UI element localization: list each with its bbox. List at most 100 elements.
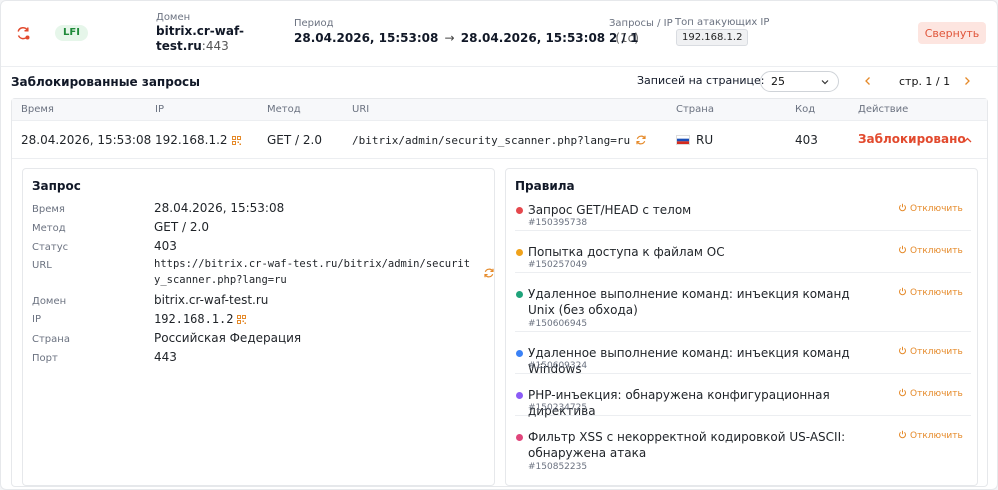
rule-severity-dot [516, 249, 523, 256]
rules-panel: Правила Запрос GET/HEAD с телом #1503957… [505, 168, 978, 486]
request-panel-title: Запрос [32, 179, 81, 193]
refresh-icon[interactable] [635, 134, 647, 146]
col-method: Метод [267, 104, 301, 115]
rules-panel-title: Правила [515, 179, 575, 193]
rule-id: #150606945 [528, 319, 588, 329]
requests-label: Запросы / IP [609, 18, 673, 29]
domain-label: Домен [156, 12, 191, 23]
detail-key-domain: Домен [32, 296, 67, 307]
detail-value-port: 443 [154, 350, 177, 364]
attack-type-badge: LFI [55, 25, 88, 41]
rule-disable-label: Отключить [910, 288, 963, 298]
period-value: 28.04.2026, 15:53:08 → 28.04.2026, 15:53… [294, 31, 639, 45]
row-ip: 192.168.1.2 [155, 133, 241, 147]
rule-item: Удаленное выполнение команд: инъекция ко… [515, 286, 971, 332]
detail-value-domain: bitrix.cr-waf-test.ru [154, 293, 269, 307]
rule-name: Фильтр XSS с некорректной кодировкой US-… [528, 430, 846, 460]
chevron-down-icon [821, 80, 829, 85]
rule-disable-button[interactable]: Отключить [898, 203, 963, 214]
rule-name: Удаленное выполнение команд: инъекция ко… [528, 287, 850, 317]
col-action: Действие [858, 104, 909, 115]
rule-item: Удаленное выполнение команд: инъекция ко… [515, 345, 971, 376]
rule-disable-label: Отключить [910, 246, 963, 256]
per-page-select[interactable]: 25 [760, 71, 839, 92]
disable-icon [899, 287, 906, 296]
row-uri: /bitrix/admin/security_scanner.php?lang=… [352, 134, 647, 147]
detail-key-country: Страна [32, 334, 70, 345]
russia-flag-icon [676, 135, 690, 145]
chevron-up-icon[interactable] [962, 135, 973, 145]
table-row[interactable]: 28.04.2026, 15:53:08 192.168.1.2 GET / 2… [12, 121, 987, 159]
rule-disable-button[interactable]: Отключить [898, 287, 963, 298]
rule-severity-dot [516, 291, 523, 298]
rule-id: #150609324 [528, 361, 588, 371]
detail-key-time: Время [32, 204, 65, 215]
period-arrow: → [444, 31, 455, 45]
rule-severity-dot [516, 350, 523, 357]
col-time: Время [21, 104, 54, 115]
rule-disable-label: Отключить [910, 204, 963, 214]
rule-name: Запрос GET/HEAD с телом [528, 203, 692, 217]
disable-icon [899, 203, 906, 212]
detail-value-url: https://bitrix.cr-waf-test.ru/bitrix/adm… [154, 258, 471, 286]
detail-key-url: URL [32, 260, 52, 271]
detail-value-method: GET / 2.0 [154, 220, 209, 234]
row-ip-text: 192.168.1.2 [155, 133, 228, 147]
qr-icon[interactable] [231, 136, 241, 145]
domain-name: bitrix.cr-waf-test.ru [156, 24, 244, 53]
qr-icon[interactable] [237, 315, 247, 324]
domain-value: bitrix.cr-waf-test.ru:443 [156, 24, 246, 54]
detail-value-time: 28.04.2026, 15:53:08 [154, 201, 285, 215]
rule-id: #150257049 [528, 260, 588, 270]
request-details-panel: Запрос Время 28.04.2026, 15:53:08 Метод … [22, 168, 495, 486]
page-indicator: стр. 1 / 1 [899, 75, 951, 88]
rule-id: #150234725 [528, 403, 588, 413]
period-end: 28.04.2026, 15:53:08 [460, 31, 606, 45]
chevron-left-icon[interactable] [863, 75, 873, 87]
row-country-code: RU [696, 133, 714, 147]
col-ip: IP [155, 104, 164, 115]
row-time: 28.04.2026, 15:53:08 [21, 133, 152, 147]
rule-disable-button[interactable]: Отключить [898, 245, 963, 256]
refresh-icon[interactable] [483, 267, 495, 279]
disable-icon [899, 388, 906, 397]
incident-card: LFI Домен bitrix.cr-waf-test.ru:443 Пери… [0, 0, 998, 490]
rule-severity-dot [516, 207, 523, 214]
rule-disable-button[interactable]: Отключить [898, 388, 963, 399]
detail-value-country: Российская Федерация [154, 331, 302, 345]
rule-item: Запрос GET/HEAD с телом #150395738 Отклю… [515, 202, 971, 231]
col-country: Страна [676, 104, 714, 115]
detail-key-method: Метод [32, 223, 66, 234]
rule-disable-button[interactable]: Отключить [898, 346, 963, 357]
row-code: 403 [795, 133, 818, 147]
disable-icon [899, 346, 906, 355]
col-code: Код [795, 104, 816, 115]
rule-disable-label: Отключить [910, 431, 963, 441]
incident-header: LFI Домен bitrix.cr-waf-test.ru:443 Пери… [1, 1, 997, 67]
row-action-status: Заблокировано [858, 132, 966, 146]
detail-key-status: Статус [32, 242, 69, 253]
per-page-label: Записей на странице: [637, 74, 765, 87]
rule-disable-label: Отключить [910, 389, 963, 399]
blocked-requests-table: Время IP Метод URI Страна Код Действие 2… [11, 98, 988, 487]
rule-name: Попытка доступа к файлам ОС [528, 245, 725, 259]
disable-icon [899, 245, 906, 254]
table-header: Время IP Метод URI Страна Код Действие [12, 99, 987, 121]
chevron-right-icon[interactable] [962, 75, 972, 87]
detail-ip-text: 192.168.1.2 [154, 312, 234, 326]
sync-alert-icon [17, 27, 30, 40]
detail-value-ip: 192.168.1.2 [154, 312, 247, 326]
row-uri-text: /bitrix/admin/security_scanner.php?lang=… [352, 134, 631, 147]
detail-key-port: Порт [32, 353, 58, 364]
period-label: Период [294, 18, 334, 29]
rule-item: Фильтр XSS с некорректной кодировкой US-… [515, 429, 971, 475]
rule-disable-button[interactable]: Отключить [898, 430, 963, 441]
rule-disable-label: Отключить [910, 347, 963, 357]
row-country: RU [676, 133, 713, 147]
rule-id: #150395738 [528, 218, 588, 228]
collapse-button[interactable]: Свернуть [918, 22, 986, 44]
top-ip-chip[interactable]: 192.168.1.2 [676, 29, 749, 46]
detail-value-status: 403 [154, 239, 177, 253]
detail-key-ip: IP [32, 314, 41, 325]
col-uri: URI [352, 104, 370, 115]
